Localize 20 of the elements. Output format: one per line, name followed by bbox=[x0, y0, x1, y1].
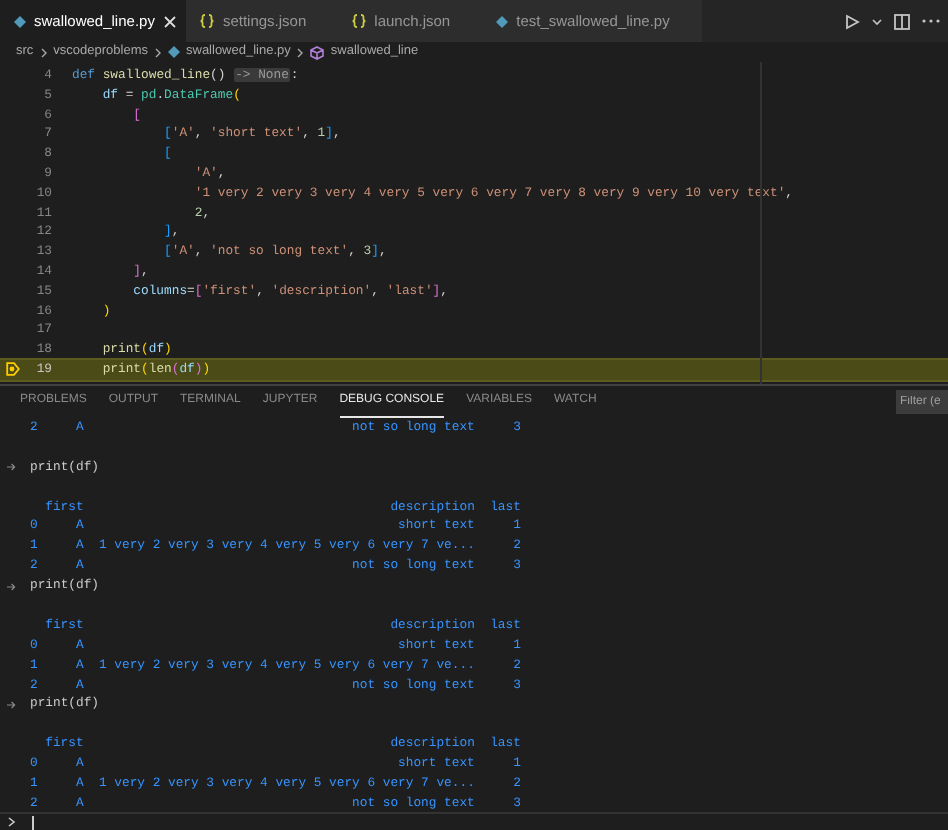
close-icon[interactable] bbox=[164, 15, 177, 27]
braces-icon bbox=[200, 14, 215, 28]
diamond-icon bbox=[168, 46, 180, 58]
diamond-icon bbox=[14, 15, 26, 27]
arrow-icon bbox=[6, 581, 16, 592]
arrow-icon bbox=[6, 699, 16, 710]
cube-icon bbox=[310, 45, 325, 59]
chevron-right-icon bbox=[154, 47, 162, 57]
debug-stop-icon bbox=[6, 362, 20, 377]
chevron-right-icon bbox=[296, 47, 305, 57]
run-icon[interactable] bbox=[844, 13, 860, 29]
more-icon[interactable] bbox=[922, 18, 940, 24]
braces-icon bbox=[352, 14, 367, 28]
prompt-chevron-icon bbox=[6, 816, 18, 828]
console-input-field[interactable] bbox=[0, 812, 948, 830]
split-editor-icon[interactable] bbox=[894, 13, 910, 29]
arrow-icon bbox=[6, 462, 16, 473]
chevron-right-icon bbox=[39, 47, 48, 57]
diamond-icon bbox=[496, 15, 509, 27]
chevron-down-icon[interactable] bbox=[872, 17, 882, 25]
